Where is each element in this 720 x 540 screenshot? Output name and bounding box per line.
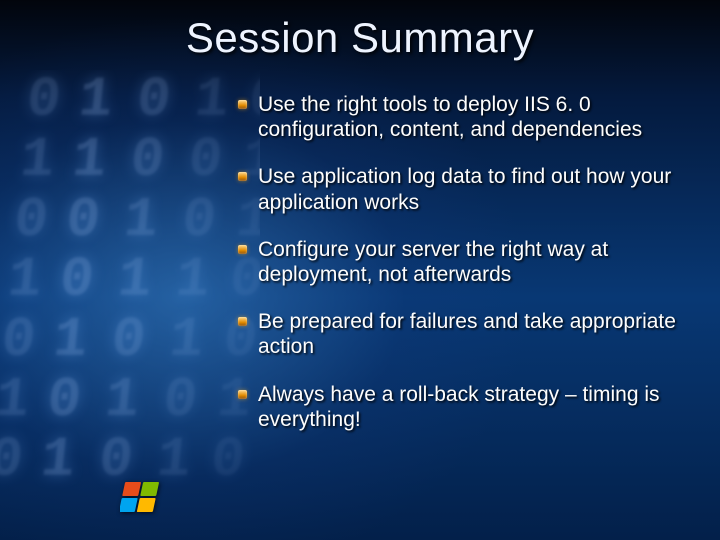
bullet-text: Always have a roll-back strategy – timin… [258,383,660,431]
bullet-item: Configure your server the right way at d… [238,237,690,287]
bullet-item: Use application log data to find out how… [238,164,690,214]
bullet-text: Use application log data to find out how… [258,165,671,213]
windows-logo-icon [120,478,168,518]
bullet-text: Use the right tools to deploy IIS 6. 0 c… [258,93,642,141]
bullet-item: Use the right tools to deploy IIS 6. 0 c… [238,92,690,142]
bullet-list: Use the right tools to deploy IIS 6. 0 c… [238,92,690,454]
bullet-text: Be prepared for failures and take approp… [258,310,676,358]
bullet-item: Be prepared for failures and take approp… [238,309,690,359]
slide-title: Session Summary [0,14,720,62]
bullet-text: Configure your server the right way at d… [258,238,608,286]
bullet-item: Always have a roll-back strategy – timin… [238,382,690,432]
background-binary-art: 0101010 1100101 0011010 1001101 0110010 [0,70,260,500]
